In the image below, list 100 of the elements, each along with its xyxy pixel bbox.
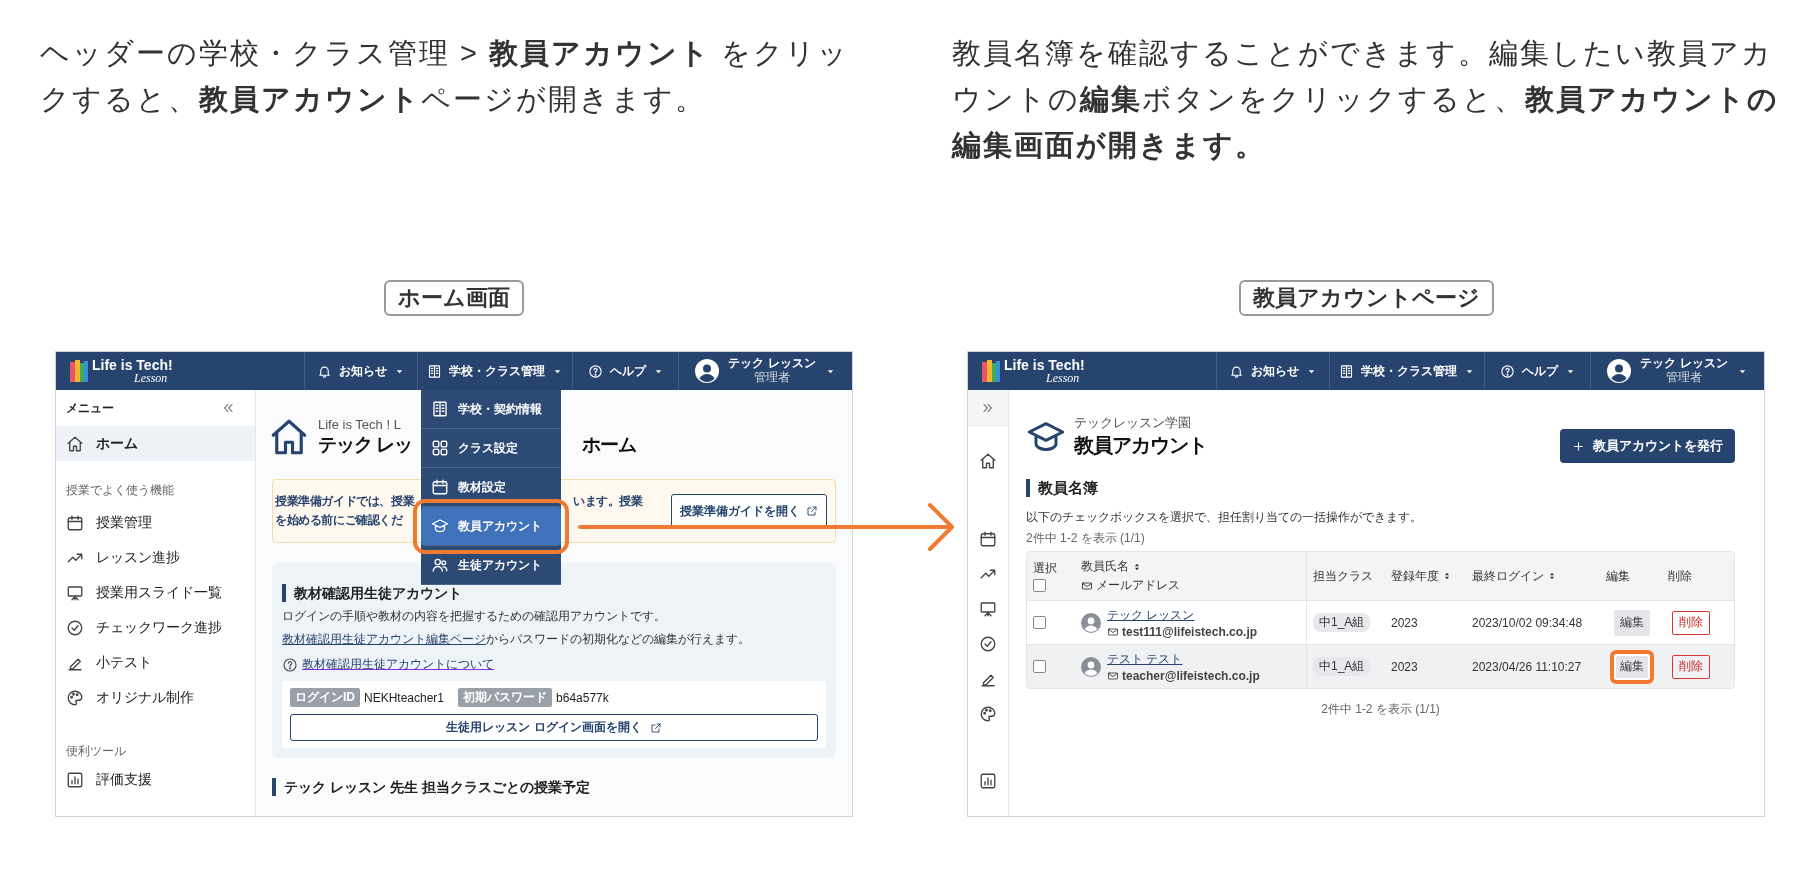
class-tag: 中1_A組 [1313, 613, 1371, 632]
credential-value: b64a577k [556, 690, 609, 705]
logo-title: Life is Tech! [1004, 358, 1085, 372]
graduation-cap-icon [431, 517, 449, 535]
logo-subtitle: Lesson [1046, 372, 1081, 384]
column-header[interactable]: 編集 [1606, 567, 1630, 585]
guide-text: 授業準備ガイドでは、授業 [275, 494, 416, 509]
page-title: 教員アカウント [1074, 433, 1207, 458]
open-guide-button[interactable]: 授業準備ガイドを開く [671, 494, 827, 528]
result-count: 2件中 1-2 を表示 (1/1) [1320, 701, 1441, 718]
teacher-name-link[interactable]: テスト テスト [1107, 650, 1260, 668]
help-icon [587, 363, 603, 379]
dropdown-item[interactable]: 学校・契約情報 [421, 390, 561, 429]
edit-button[interactable]: 編集 [1610, 649, 1654, 684]
row-checkbox[interactable] [1033, 616, 1046, 629]
palette-icon [979, 704, 997, 723]
building-icon [1339, 363, 1354, 379]
column-header[interactable]: 担当クラス [1313, 567, 1373, 585]
nav-menu-button[interactable]: 学校・クラス管理 [1329, 352, 1484, 390]
building-icon [431, 400, 449, 418]
help-link[interactable]: 教材確認用生徒アカウントについて [302, 656, 494, 673]
credential-label: ログインID [290, 688, 360, 707]
row-checkbox[interactable] [1033, 660, 1046, 673]
sort-icon [1132, 561, 1142, 572]
delete-button[interactable]: 削除 [1672, 654, 1710, 679]
email-text: test111@lifeistech.co.jp [1122, 624, 1258, 639]
dropdown-item[interactable]: クラス設定 [421, 429, 561, 468]
page-subtitle: テックレッスン学園 [1074, 414, 1192, 432]
user-avatar-icon [1081, 656, 1101, 677]
external-link-icon [649, 721, 662, 734]
sidebar-item[interactable]: 授業管理 [56, 505, 255, 540]
sidebar-item[interactable]: レッスン進捗 [56, 540, 255, 575]
teacher-name-link[interactable]: テック レッスン [1107, 606, 1258, 624]
column-header[interactable]: 教員氏名 [1081, 558, 1142, 575]
double-chevron-left-icon [221, 401, 235, 415]
plus-icon [1572, 439, 1585, 453]
menu-section-heading: 便利ツール [65, 743, 127, 760]
logo-title: Life is Tech! [92, 358, 173, 372]
menu-title: メニュー [66, 399, 114, 417]
menu-section-heading: 授業でよく使う機能 [65, 482, 175, 499]
table-cell: 2023 [1391, 615, 1418, 630]
user-avatar-icon [1081, 612, 1101, 633]
table-cell: 2023/10/02 09:34:48 [1472, 615, 1583, 630]
column-subheader: メールアドレス [1096, 577, 1180, 594]
collapse-button[interactable] [221, 401, 235, 415]
column-header[interactable]: 登録年度 [1391, 567, 1452, 585]
page-subtitle: Life is Tech ! L [318, 416, 402, 432]
edit-button[interactable]: 編集 [1614, 609, 1650, 636]
card-description: 教材確認用生徒アカウント編集ページからパスワードの初期化などの編集が行えます。 [282, 631, 751, 648]
issue-account-button[interactable]: 教員アカウントを発行 [1560, 429, 1735, 463]
column-header[interactable]: 選択 [1033, 560, 1057, 577]
external-link-icon [806, 505, 818, 517]
user-avatar-icon [695, 359, 720, 383]
presentation-icon [979, 599, 997, 618]
nav-menu-button[interactable]: ヘルプ [1484, 352, 1590, 390]
mail-icon [1081, 579, 1093, 592]
sidebar-item[interactable]: ホーム [56, 426, 255, 461]
guide-text: います。授業 [573, 494, 643, 509]
instruction-text: ヘッダーの学校・クラス管理 > 教員アカウント をクリックすると、教員アカウントページが開きます。 [40, 36, 851, 117]
user-avatar-icon [1607, 359, 1632, 383]
home-icon [66, 434, 84, 453]
column-header[interactable]: 削除 [1668, 567, 1692, 585]
logo-subtitle: Lesson [134, 372, 169, 384]
select-all-checkbox[interactable] [1033, 579, 1046, 592]
mail-icon [1107, 625, 1119, 638]
section-title: 教員名簿 [1026, 479, 1735, 497]
sidebar-item[interactable]: 授業用スライド一覧 [56, 575, 255, 610]
calendar-icon [66, 513, 84, 532]
sidebar-item[interactable]: チェックワーク進捗 [56, 610, 255, 645]
sidebar-item[interactable]: オリジナル制作 [56, 680, 255, 715]
credential-value: NEKHteacher1 [364, 690, 445, 705]
edit-page-link[interactable]: 教材確認用生徒アカウント編集ページ [282, 632, 486, 646]
sort-icon [1547, 571, 1557, 581]
page-title: ホーム [582, 432, 636, 457]
calendar-icon [431, 478, 449, 496]
table-description: 以下のチェックボックスを選択で、担任割り当ての一括操作ができます。 [1026, 509, 1423, 526]
sidebar-item[interactable]: 小テスト [56, 645, 255, 680]
delete-button[interactable]: 削除 [1672, 610, 1710, 635]
bar-chart-icon [979, 771, 997, 790]
table-cell: 2023 [1391, 659, 1418, 674]
bar-chart-icon [66, 770, 84, 789]
presentation-icon [66, 583, 84, 602]
table-row[interactable]: テスト テスト teacher@lifeistech.co.jp 中1_A組 2023 2023/04/26 11:10:27 編集 削除 [1027, 644, 1734, 688]
sort-icon [1442, 571, 1452, 581]
building-icon [427, 363, 442, 379]
bell-icon [1229, 363, 1244, 379]
dropdown-item[interactable]: 生徒アカウント [421, 546, 561, 585]
sidebar-item[interactable]: 評価支援 [56, 762, 255, 797]
credential-label: 初期パスワード [458, 688, 553, 707]
guide-text: を始める前にご確認くだ [275, 513, 404, 528]
open-login-button[interactable]: 生徒用レッスン ログイン画面を開く [290, 714, 818, 741]
user-menu-button[interactable]: テック レッスン 管理者 [1590, 352, 1764, 390]
class-tag: 中1_A組 [1313, 657, 1371, 676]
column-header[interactable]: 最終ログイン [1472, 567, 1557, 585]
logo-mark-icon [70, 360, 88, 382]
nav-menu-button[interactable]: お知らせ [1216, 352, 1329, 390]
calendar-icon [979, 529, 997, 548]
bell-icon [317, 363, 332, 379]
section-title: テック レッスン 先生 担当クラスごとの授業予定 [272, 778, 836, 796]
help-icon [282, 656, 298, 673]
